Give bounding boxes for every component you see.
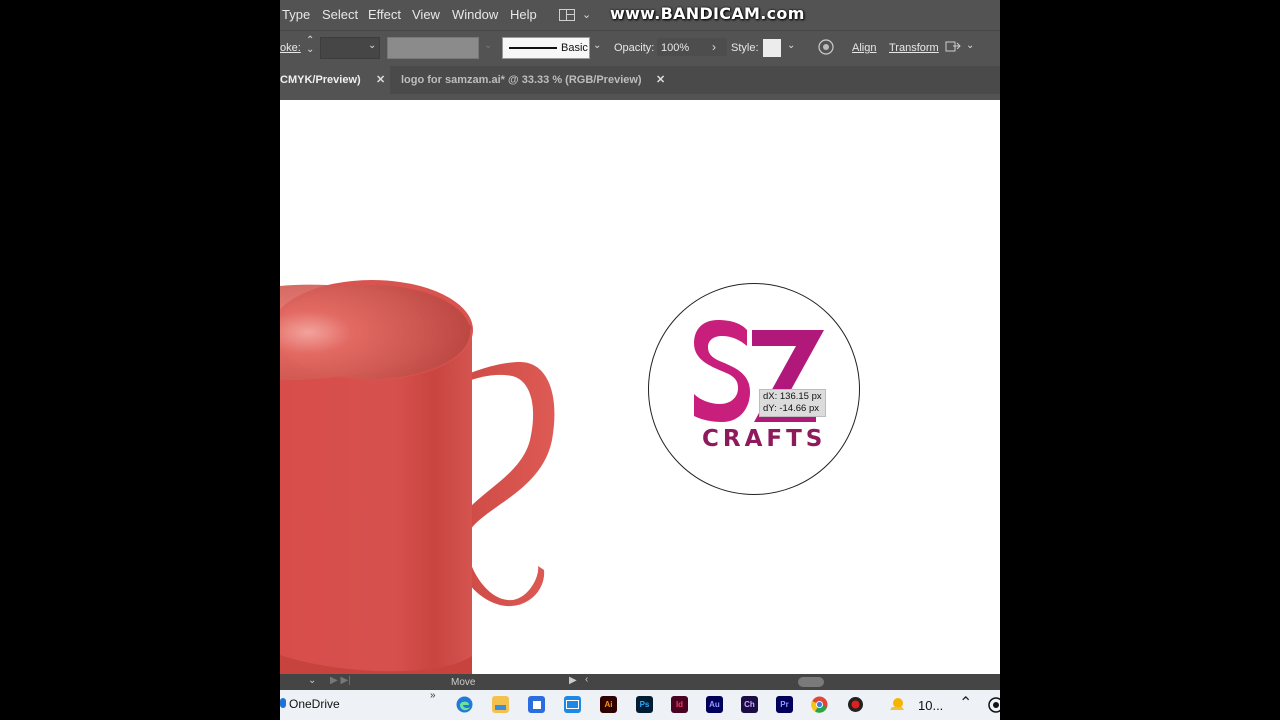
current-tool-label: Move: [451, 677, 476, 688]
recolor-artwork-icon[interactable]: [818, 39, 834, 55]
logo-letter-s[interactable]: [692, 312, 752, 424]
onedrive-icon: [280, 698, 286, 708]
mug-artwork[interactable]: [280, 100, 580, 674]
dy-readout: dY: -14.66 px: [763, 403, 819, 414]
graphic-style-swatch[interactable]: [763, 39, 781, 57]
move-distance-readout: dX: 136.15 px dY: -14.66 px: [759, 389, 826, 417]
weather-icon[interactable]: [888, 696, 906, 714]
opacity-arrow-icon[interactable]: ›: [712, 40, 716, 54]
file-explorer-icon[interactable]: [492, 696, 509, 713]
store-icon[interactable]: [528, 696, 545, 713]
opacity-value: 100%: [661, 42, 690, 54]
align-link[interactable]: Align: [852, 42, 876, 54]
artboard-canvas[interactable]: CRAFTS dX: 136.15 px dY: -14.66 px: [280, 100, 1000, 674]
variable-width-profile[interactable]: [387, 37, 479, 59]
windows-taskbar: OneDrive » Ai Ps Id Au Ch Pr 10... ⌃: [280, 690, 1000, 720]
scroll-left-icon[interactable]: ‹: [585, 674, 588, 685]
character-animator-icon[interactable]: Ch: [741, 696, 758, 713]
brush-stroke-preview: [509, 47, 557, 49]
onedrive-label[interactable]: OneDrive: [289, 697, 340, 711]
status-menu-arrow-icon[interactable]: ▶: [569, 675, 577, 686]
profile-dropdown-icon[interactable]: ⌄: [484, 40, 492, 51]
clock-label[interactable]: 10...: [918, 698, 943, 713]
close-icon[interactable]: ✕: [656, 73, 665, 86]
menu-view[interactable]: View: [412, 7, 440, 22]
edge-icon[interactable]: [456, 696, 473, 713]
status-bar: ⌄ ▶ ▶| Move ▶ ‹: [280, 674, 1000, 690]
tab-document-1[interactable]: CMYK/Preview) ✕: [280, 66, 390, 94]
horizontal-scrollbar-thumb[interactable]: [798, 677, 824, 687]
brush-definition[interactable]: Basic: [502, 37, 590, 59]
audition-icon[interactable]: Au: [706, 696, 723, 713]
illustrator-window: Type Select Effect View Window Help ⌄ ww…: [280, 0, 1000, 720]
isolate-object-icon[interactable]: [945, 40, 961, 54]
close-icon[interactable]: ✕: [376, 73, 385, 86]
artboard-nav-arrows-icon[interactable]: ▶ ▶|: [330, 675, 351, 686]
transform-link[interactable]: Transform: [889, 42, 939, 54]
menu-effect[interactable]: Effect: [368, 7, 401, 22]
menu-type[interactable]: Type: [282, 7, 310, 22]
tab-document-2[interactable]: logo for samzam.ai* @ 33.33 % (RGB/Previ…: [390, 66, 670, 94]
dx-readout: dX: 136.15 px: [763, 391, 822, 402]
style-dropdown-icon[interactable]: ⌄: [787, 40, 795, 51]
artboard-nav-dropdown-icon[interactable]: ⌄: [308, 675, 316, 686]
logo-crafts-text[interactable]: CRAFTS: [702, 426, 826, 452]
style-label: Style:: [731, 42, 759, 54]
stroke-weight-dropdown-icon[interactable]: ⌄: [368, 40, 376, 51]
menu-window[interactable]: Window: [452, 7, 498, 22]
photoshop-icon[interactable]: Ps: [636, 696, 653, 713]
premiere-icon[interactable]: Pr: [776, 696, 793, 713]
opacity-label: Opacity:: [614, 42, 655, 54]
chrome-icon[interactable]: [811, 696, 828, 713]
brush-label: Basic: [561, 42, 588, 54]
chevron-up-icon[interactable]: ⌃: [959, 693, 972, 713]
bandicam-icon[interactable]: [847, 696, 864, 713]
panel-menu-icon[interactable]: ⌄: [966, 40, 974, 51]
menu-select[interactable]: Select: [322, 7, 358, 22]
stroke-stepper[interactable]: ⌃ ⌄: [306, 36, 314, 55]
chevron-down-icon[interactable]: ⌄: [582, 8, 591, 21]
control-bar: oke: ⌃ ⌄ ⌄ ⌄ Basic ⌄ Opacity: 100% › Styl…: [280, 30, 1000, 65]
chevron-right-icon[interactable]: »: [430, 690, 436, 701]
menu-help[interactable]: Help: [510, 7, 537, 22]
record-icon[interactable]: [988, 697, 1000, 713]
opacity-field[interactable]: 100%: [657, 38, 727, 56]
document-tab-bar: CMYK/Preview) ✕ logo for samzam.ai* @ 33…: [280, 66, 1000, 94]
workspace-switcher-icon[interactable]: [559, 9, 575, 21]
tab-1-label: CMYK/Preview): [280, 74, 361, 86]
indesign-icon[interactable]: Id: [671, 696, 688, 713]
mail-icon[interactable]: [564, 696, 581, 713]
tab-2-label: logo for samzam.ai* @ 33.33 % (RGB/Previ…: [401, 74, 642, 86]
stroke-label: oke:: [280, 42, 301, 54]
watermark: www.BANDICAM.com: [610, 4, 805, 23]
brush-dropdown-icon[interactable]: ⌄: [593, 40, 601, 51]
menu-bar: Type Select Effect View Window Help ⌄ ww…: [280, 0, 1000, 30]
illustrator-icon[interactable]: Ai: [600, 696, 617, 713]
